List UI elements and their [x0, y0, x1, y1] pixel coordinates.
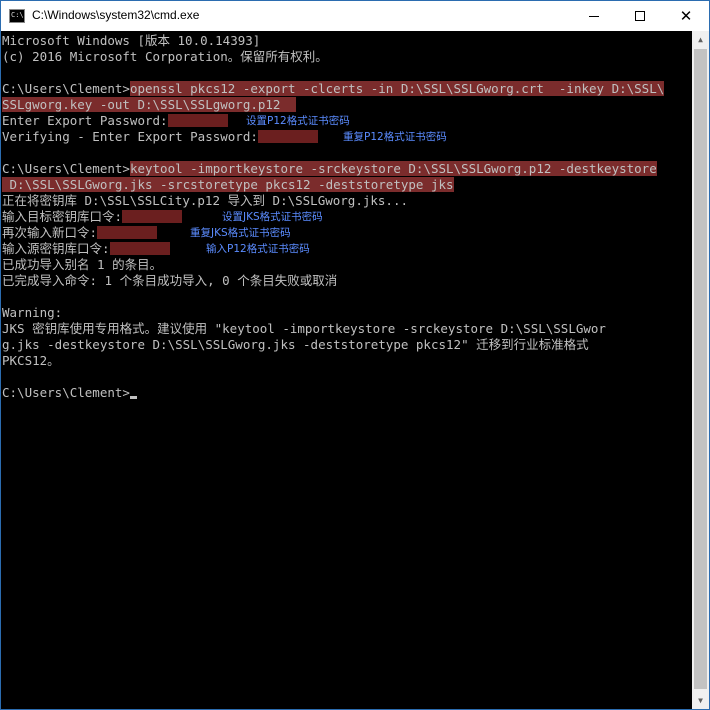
copyright-line: (c) 2016 Microsoft Corporation。保留所有权利。 [2, 49, 328, 64]
warning-text-line-3: PKCS12。 [2, 353, 60, 368]
redacted-password [97, 226, 158, 239]
text-cursor [129, 396, 137, 399]
redacted-password [122, 210, 183, 223]
cmd-app-icon[interactable]: C:\ [9, 9, 25, 23]
keytool-command-line-cont: D:\SSL\SSLGworg.jks -srcstoretype pkcs12… [2, 177, 454, 193]
warning-text-line-2: g.jks -destkeystore D:\SSL\SSLGworg.jks … [2, 337, 589, 352]
minimize-icon [589, 15, 599, 17]
annotation-set-jks-password: 设置JKS格式证书密码 [222, 211, 323, 223]
version-line: Microsoft Windows [版本 10.0.14393] [2, 33, 261, 48]
source-keystore-password-line: 输入源密钥库口令: [2, 241, 170, 257]
annotation-repeat-jks-password: 重复JKS格式证书密码 [190, 227, 291, 239]
keytool-command: keytool -importkeystore -srckeystore D:\… [129, 161, 657, 176]
scroll-down-arrow-icon[interactable]: ▼ [692, 692, 709, 709]
keytool-command-cont: D:\SSL\SSLGworg.jks -srcstoretype pkcs12… [2, 177, 454, 192]
vertical-scrollbar[interactable]: ▲ ▼ [692, 31, 709, 709]
export-password-line: Enter Export Password: [2, 113, 228, 129]
openssl-command-line: C:\Users\Clement>openssl pkcs12 -export … [2, 81, 665, 97]
verify-password-label: Verifying - Enter Export Password: [2, 129, 258, 144]
import-success-line: 已成功导入别名 1 的条目。 [2, 257, 163, 272]
redacted-password [167, 114, 228, 127]
close-icon: ✕ [679, 6, 693, 25]
keytool-command-line: C:\Users\Clement>keytool -importkeystore… [2, 161, 657, 177]
prompt: C:\Users\Clement> [2, 161, 130, 176]
console-output[interactable]: Microsoft Windows [版本 10.0.14393] (c) 20… [2, 31, 692, 709]
openssl-command-cont: SSLgworg.key -out D:\SSL\SSLgworg.p12 [2, 97, 296, 112]
openssl-command-line-cont: SSLgworg.key -out D:\SSL\SSLgworg.p12 [2, 97, 296, 113]
export-password-label: Enter Export Password: [2, 113, 168, 128]
verify-password-line: Verifying - Enter Export Password: [2, 129, 318, 145]
import-progress-line: 正在将密钥库 D:\SSL\SSLCity.p12 导入到 D:\SSLGwor… [2, 193, 409, 208]
maximize-icon [635, 11, 645, 21]
cmd-icon-label: C:\ [11, 11, 24, 19]
annotation-repeat-p12-password: 重复P12格式证书密码 [343, 131, 447, 143]
redacted-password [257, 130, 318, 143]
prompt: C:\Users\Clement> [2, 81, 130, 96]
title-bar[interactable]: C:\ C:\Windows\system32\cmd.exe ✕ [1, 1, 709, 31]
maximize-button[interactable] [617, 1, 663, 31]
dest-keystore-password-label: 输入目标密钥库口令: [2, 209, 123, 224]
warning-text-line-1: JKS 密钥库使用专用格式。建议使用 "keytool -importkeyst… [2, 321, 606, 336]
close-button[interactable]: ✕ [663, 1, 709, 31]
scroll-up-arrow-icon[interactable]: ▲ [692, 31, 709, 48]
import-summary-line: 已完成导入命令: 1 个条目成功导入, 0 个条目失败或取消 [2, 273, 338, 288]
current-prompt-line[interactable]: C:\Users\Clement> [2, 385, 137, 401]
minimize-button[interactable] [571, 1, 617, 31]
reenter-password-line: 再次输入新口令: [2, 225, 158, 241]
cmd-window: C:\ C:\Windows\system32\cmd.exe ✕ Micros… [0, 0, 710, 710]
scrollbar-thumb[interactable] [694, 49, 707, 689]
source-keystore-password-label: 输入源密钥库口令: [2, 241, 110, 256]
annotation-set-p12-password: 设置P12格式证书密码 [246, 115, 350, 127]
dest-keystore-password-line: 输入目标密钥库口令: [2, 209, 183, 225]
openssl-command: openssl pkcs12 -export -clcerts -in D:\S… [129, 81, 665, 96]
annotation-enter-p12-password: 输入P12格式证书密码 [206, 243, 310, 255]
window-title: C:\Windows\system32\cmd.exe [32, 8, 200, 22]
reenter-password-label: 再次输入新口令: [2, 225, 98, 240]
warning-heading: Warning: [2, 305, 63, 320]
prompt: C:\Users\Clement> [2, 385, 130, 400]
redacted-password [109, 242, 170, 255]
